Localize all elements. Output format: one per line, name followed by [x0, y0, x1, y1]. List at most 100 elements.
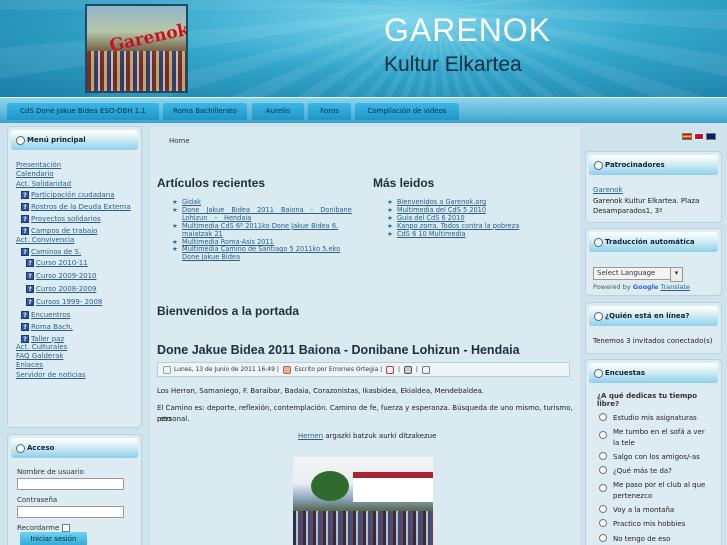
poll-option-label: pertenezco — [613, 491, 653, 500]
list-item[interactable]: Multimedia CdS 6º 2011ko Done Jakue Bide… — [172, 222, 357, 239]
powered-by-label: Powered by — [593, 283, 631, 291]
poll-radio[interactable] — [599, 533, 607, 542]
nav-item-cds[interactable]: CdS Done Jakue Bidea ESO-DBH 1.1 — [7, 103, 159, 120]
poll-radio[interactable] — [599, 466, 607, 475]
most-read-list: Bienvenidos a Garenok.org Multimedia del… — [387, 198, 577, 239]
question-icon: ? — [26, 258, 34, 267]
menu-link-encuentros[interactable]: Encuentros — [31, 311, 70, 319]
poll-option-label: Estudio mis asignaturas — [613, 414, 697, 422]
question-icon: ? — [21, 191, 29, 200]
recent-link[interactable]: Multimedia Roma-Asis 2011 — [182, 238, 274, 246]
menu-link-servidor[interactable]: Servidor de noticias — [16, 371, 141, 380]
poll-option-label: Me tumbo en el sofá a ver — [613, 428, 705, 437]
poll-radio[interactable] — [599, 413, 607, 421]
google-logo: Google — [632, 283, 659, 291]
poll-title: Encuestas — [589, 363, 718, 383]
popular-link[interactable]: Kanpo zorra. Todos contra la pobreza — [397, 222, 519, 230]
menu-link-act-solidaridad[interactable]: Act. Solidaridad — [16, 180, 141, 189]
poll-option-label: Salgo con los amigos/-as — [613, 452, 700, 461]
menu-link-caminos[interactable]: Caminos de S. — [31, 248, 81, 256]
article-date: Lunes, 13 de Junio de 2011 16:49 — [174, 366, 275, 373]
login-title: Acceso — [11, 438, 138, 458]
nav-item-videos[interactable]: Compilación de videos — [355, 103, 459, 120]
remember-label: Recordarme — [17, 524, 60, 532]
main-menu-title: Menú principal — [11, 130, 138, 150]
password-input[interactable] — [17, 506, 124, 518]
poll-radio[interactable] — [599, 505, 607, 514]
remember-checkbox[interactable] — [61, 524, 70, 532]
popular-link[interactable]: Multimedia del CdS 5 2010 — [397, 206, 486, 214]
menu-link-enlaces[interactable]: Enlaces — [16, 361, 141, 370]
uk-flag-icon[interactable] — [706, 133, 716, 140]
nav-item-aurelio[interactable]: Aurelio — [252, 103, 304, 120]
menu-link-participacion[interactable]: Participación ciudadana — [31, 191, 114, 199]
question-icon: ? — [21, 247, 29, 256]
menu-link-act-culturales[interactable]: Act. Culturales — [16, 343, 141, 352]
list-item[interactable]: Done Jakue Bidea 2011 Baiona - Donibane … — [172, 206, 357, 223]
poll-option-label: la tele — [613, 438, 635, 447]
menu-link-campos[interactable]: Campos de trabajo — [31, 227, 97, 235]
menu-link-curso-2008-2009[interactable]: Curso 2008-2009 — [36, 285, 97, 293]
username-label: Nombre de usuario — [17, 468, 84, 476]
email-icon[interactable] — [421, 365, 430, 374]
breadcrumb[interactable]: Home — [169, 137, 190, 145]
username-input[interactable] — [17, 478, 124, 490]
recent-link[interactable]: Multimedia CdS 6º 2011ko Done Jakue Bide… — [182, 222, 338, 238]
menu-link-act-convivencia[interactable]: Act. Convivencia — [16, 236, 141, 245]
nav-item-foros[interactable]: Foros — [308, 103, 351, 120]
popular-link[interactable]: Bienvenidos a Garenok.org — [397, 198, 486, 206]
recent-articles-list: Gidak Done Jakue Bidea 2011 Baiona - Don… — [172, 198, 357, 262]
calendar-icon — [163, 366, 171, 374]
welcome-heading: Bienvenidos a la portada — [157, 304, 300, 318]
sponsor-address-1: Garenok Kultur Elkartea. Plaza — [593, 196, 700, 205]
menu-link-presentacion[interactable]: Presentación — [16, 161, 141, 170]
article-title[interactable]: Done Jakue Bidea 2011 Baiona - Donibane … — [157, 343, 567, 357]
list-item[interactable]: Multimedia Camino de Santiago 5 2011ko 5… — [172, 246, 357, 262]
online-text: Tenemos 3 invitados conectado(s) — [593, 337, 713, 345]
sponsor-link[interactable]: Garenok — [593, 186, 623, 194]
menu-link-roma-bach[interactable]: Roma Bach. — [31, 323, 73, 331]
article-paragraph-1: Los Herran, Samaniego, F. Baraibar, Bada… — [157, 387, 485, 395]
menu-link-curso-2010-11[interactable]: Curso 2010-11 — [36, 259, 88, 267]
popular-link[interactable]: CdS 6 10 Multimedia — [397, 230, 466, 238]
translate-panel: Traducción automática Select Language Po… — [585, 228, 722, 296]
menu-link-proyectos[interactable]: Proyectos solidarios — [31, 215, 101, 223]
nav-item-roma[interactable]: Roma Bachillerato — [163, 103, 247, 120]
photos-link[interactable]: Hemen — [298, 432, 323, 440]
pdf-icon[interactable] — [386, 365, 395, 374]
popular-link[interactable]: Guía del CdS 6 2010 — [397, 214, 465, 222]
photo-crowd — [293, 511, 433, 545]
article-link-line: Hemen argazki batzuk aurki ditzakezue — [298, 431, 436, 442]
poll-radio[interactable] — [599, 451, 607, 460]
print-icon[interactable] — [403, 365, 412, 374]
question-icon: ? — [21, 227, 29, 236]
translate-link[interactable]: Translate — [660, 283, 690, 291]
spain-flag-icon[interactable] — [682, 133, 692, 140]
poll-option-label: Practico mis hobbies — [613, 520, 686, 529]
basque-flag-icon[interactable] — [694, 133, 704, 140]
recent-articles-title: Artículos recientes — [157, 176, 266, 190]
article-photo[interactable] — [293, 457, 433, 545]
recent-link[interactable]: Gidak — [182, 198, 201, 206]
menu-link-rostros[interactable]: Rostros de la Deuda Externa — [31, 203, 131, 211]
header-logo-photo[interactable]: Garenok — [85, 4, 188, 93]
language-flags — [680, 133, 716, 142]
translate-title: Traducción automática — [589, 232, 718, 252]
site-title[interactable]: GARENOK — [384, 12, 551, 49]
list-item[interactable]: CdS 6 10 Multimedia — [387, 230, 577, 239]
question-icon: ? — [21, 322, 29, 331]
menu-link-taller-paz[interactable]: Taller paz — [31, 335, 64, 343]
recent-link[interactable]: Multimedia Camino de Santiago 5 2011ko 5… — [182, 245, 340, 262]
poll-radio[interactable] — [599, 519, 607, 528]
question-icon: ? — [21, 334, 29, 343]
sponsor-address-2: Desamparados1, 3º — [593, 207, 663, 215]
language-select[interactable]: Select Language — [593, 267, 683, 282]
menu-link-curso-2009-2010[interactable]: Curso 2009-2010 — [36, 272, 97, 280]
menu-link-calendario[interactable]: Calendario — [16, 170, 141, 179]
menu-link-cursos-1999-2008[interactable]: Cursos 1999- 2008 — [36, 298, 102, 306]
menu-link-faq[interactable]: FAQ Galderak — [16, 352, 141, 361]
article-paragraph-2b: personal. — [157, 414, 190, 423]
login-button[interactable]: Iniciar sesión — [20, 532, 87, 545]
recent-link[interactable]: Done Jakue Bidea 2011 Baiona - Donibane … — [182, 206, 352, 222]
article-paragraph-2: El Camino es: deporte, reflexión, contem… — [157, 404, 573, 423]
